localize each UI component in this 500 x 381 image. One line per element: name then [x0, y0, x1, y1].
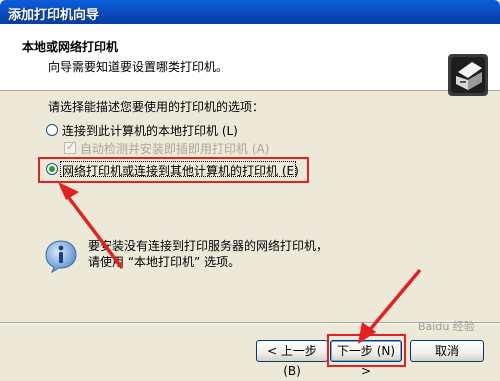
annotation-highlight-option: [38, 157, 309, 183]
local-printer-label[interactable]: 连接到此计算机的本地打印机 (L): [62, 122, 238, 139]
local-printer-radio[interactable]: [46, 124, 58, 136]
auto-detect-checkbox[interactable]: ✓: [64, 140, 76, 154]
header-title: 本地或网络打印机: [22, 40, 119, 54]
info-line-1: 要安装没有连接到打印服务器的网络打印机，: [88, 239, 329, 253]
window-title: 添加打印机向导: [8, 8, 100, 23]
printer-icon: [448, 54, 488, 96]
header-subtitle: 向导需要知道要设置哪类打印机。: [48, 60, 229, 74]
back-button[interactable]: < 上一步 (B): [256, 340, 328, 378]
info-icon: [45, 240, 77, 273]
annotation-highlight-next: [327, 334, 406, 367]
info-text: 要安装没有连接到打印服务器的网络打印机， 请使用 “本地打印机” 选项。: [88, 238, 328, 270]
add-printer-wizard-window: 添加打印机向导 本地或网络打印机 向导需要知道要设置哪类打印机。 请选择能描述您…: [0, 0, 500, 378]
annotation-arrow-next: [358, 268, 422, 344]
wizard-header: 本地或网络打印机 向导需要知道要设置哪类打印机。: [0, 24, 500, 96]
checkmark-icon: ✓: [66, 140, 76, 153]
cancel-button[interactable]: 取消: [410, 340, 484, 362]
option-prompt: 请选择能描述您要使用的打印机的选项：: [48, 100, 265, 114]
info-line-2: 请使用 “本地打印机” 选项。: [88, 255, 241, 269]
auto-detect-label: 自动检测并安装即插即用打印机 (A): [80, 142, 270, 156]
title-bar[interactable]: 添加打印机向导: [0, 0, 500, 24]
watermark: Baidu 经验: [418, 320, 475, 333]
